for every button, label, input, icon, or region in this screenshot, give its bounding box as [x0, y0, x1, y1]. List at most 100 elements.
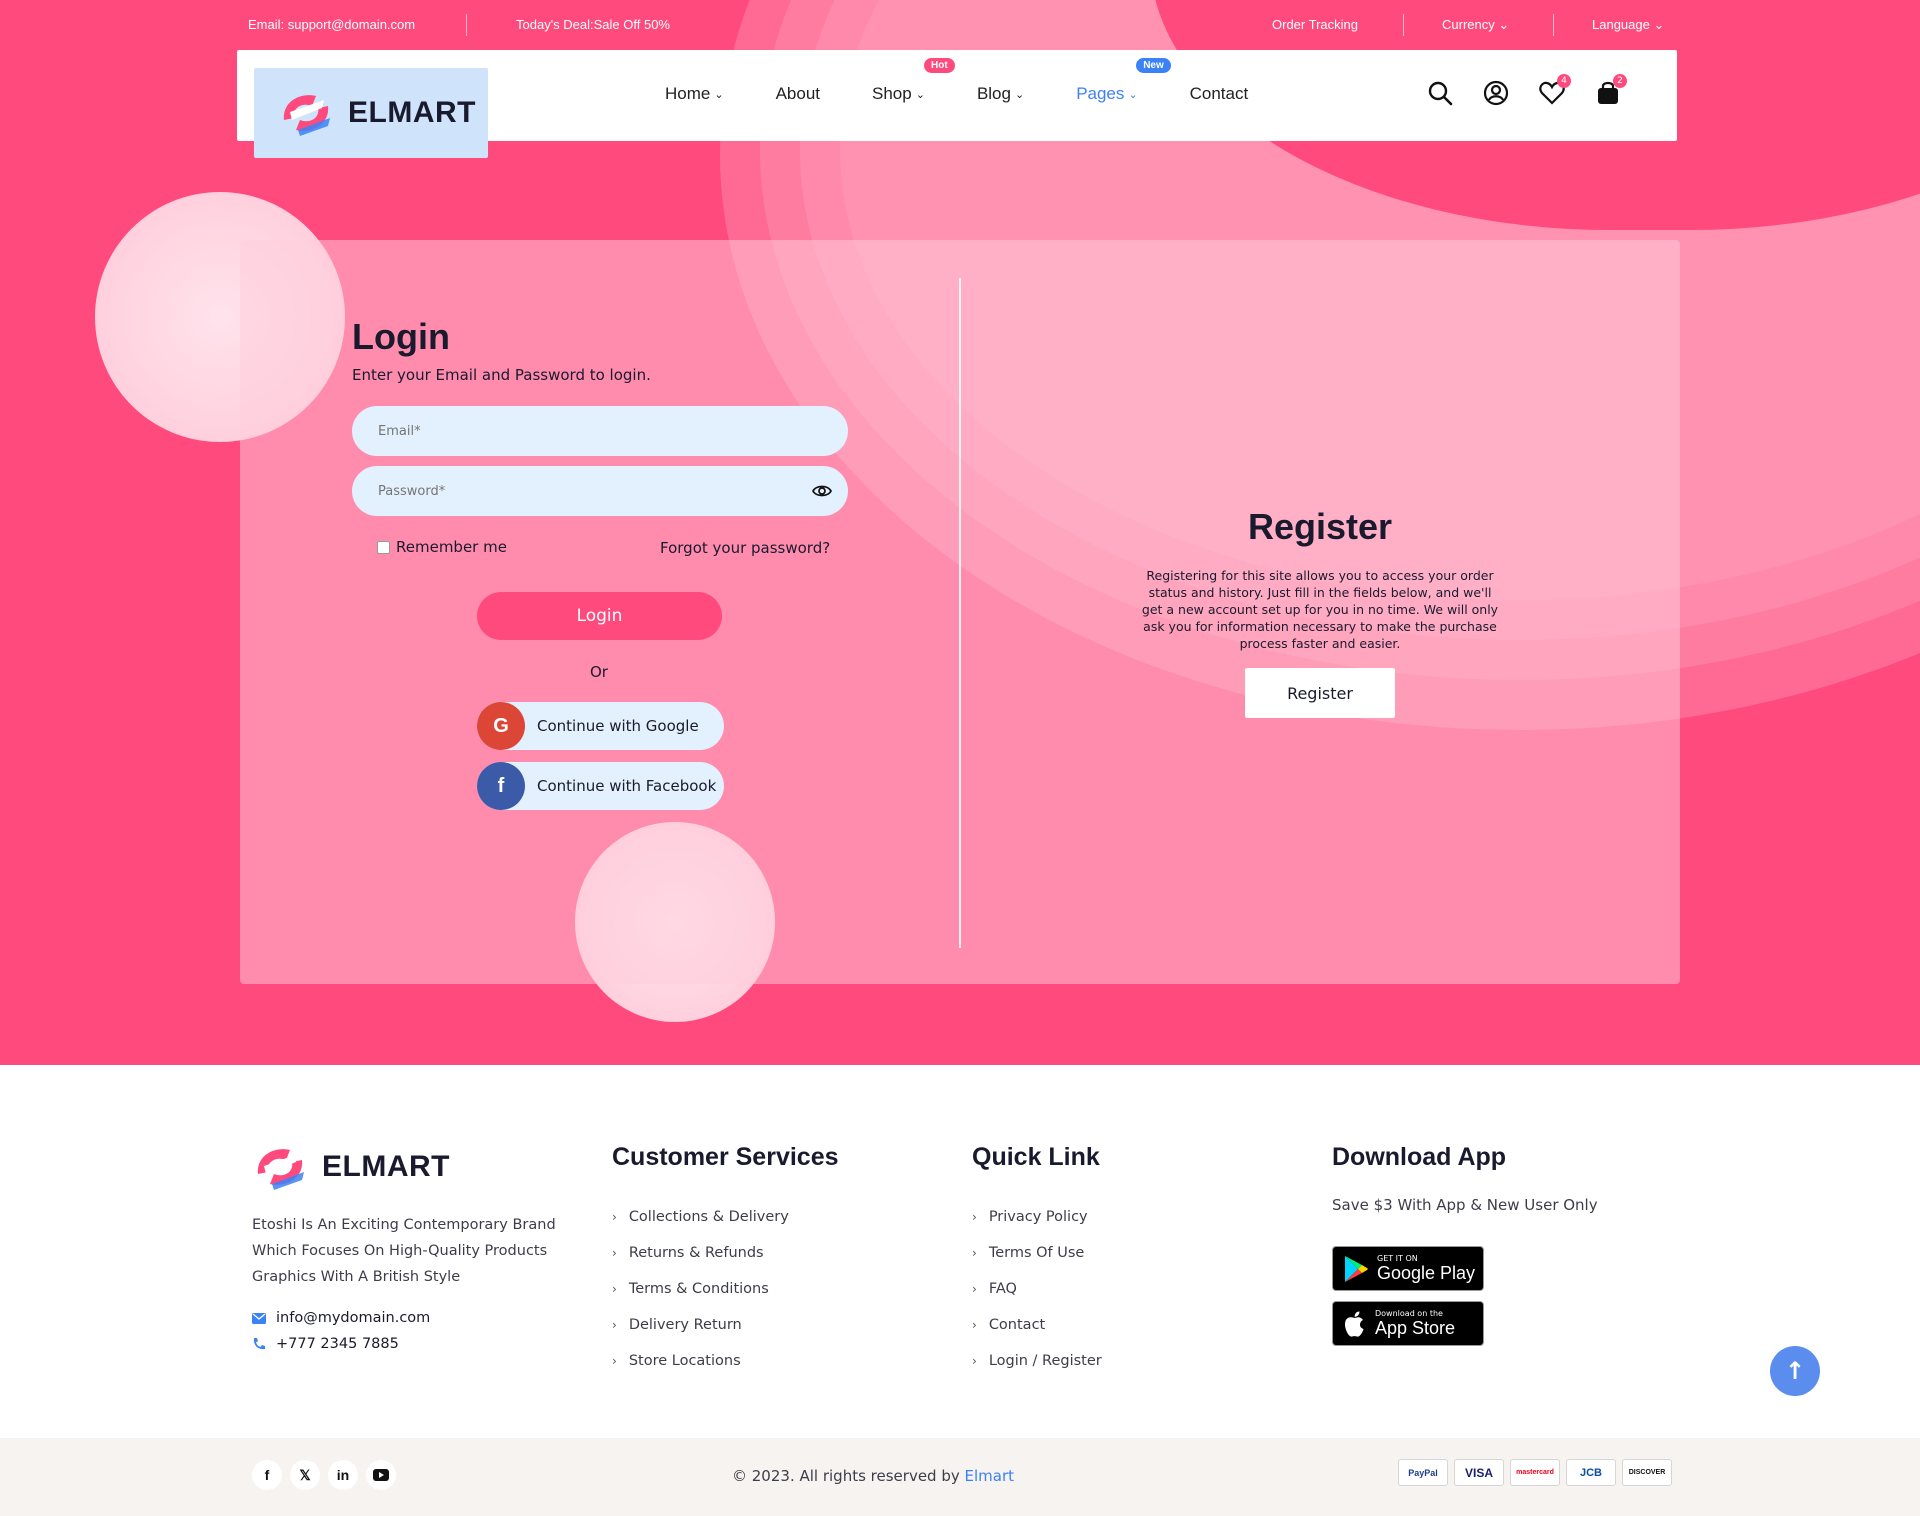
footer-phone[interactable]: +777 2345 7885: [252, 1336, 399, 1352]
remember-me[interactable]: Remember me: [377, 538, 507, 556]
mastercard-icon: mastercard: [1510, 1459, 1560, 1486]
footer-logo[interactable]: ELMART: [252, 1144, 450, 1190]
remember-checkbox[interactable]: [377, 540, 390, 554]
nav-item-blog[interactable]: Blog ⌄: [977, 84, 1024, 104]
app-store-button[interactable]: Download on the App Store: [1332, 1301, 1484, 1346]
footer-link-label: Delivery Return: [628, 1317, 742, 1333]
continue-google-button[interactable]: G Continue with Google: [477, 702, 724, 750]
chevron-right-icon: ›: [972, 1246, 977, 1260]
continue-facebook-button[interactable]: f Continue with Facebook: [477, 762, 724, 810]
google-play-button[interactable]: GET IT ON Google Play: [1332, 1246, 1484, 1291]
hot-badge: Hot: [924, 58, 955, 73]
eye-icon[interactable]: [812, 481, 832, 501]
language-dropdown[interactable]: Language ⌄: [1592, 17, 1664, 33]
footer-link[interactable]: › Contact: [972, 1307, 1102, 1343]
language-label: Language: [1592, 17, 1650, 32]
footer-link[interactable]: › Delivery Return: [612, 1307, 789, 1343]
logo[interactable]: ELMART: [254, 68, 488, 158]
chevron-right-icon: ›: [612, 1318, 617, 1332]
nav-item-home[interactable]: Home ⌄: [665, 84, 724, 104]
footer-email-text: info@mydomain.com: [276, 1310, 431, 1326]
youtube-icon[interactable]: [366, 1460, 396, 1490]
chevron-down-icon: ⌄: [1653, 17, 1665, 32]
footer-phone-text: +777 2345 7885: [276, 1336, 399, 1352]
google-icon: G: [477, 702, 525, 750]
wishlist-count: 4: [1557, 74, 1571, 88]
quick-link-list: › Privacy Policy › Terms Of Use › FAQ › Cont…: [972, 1199, 1102, 1379]
footer-link[interactable]: › Terms & Conditions: [612, 1271, 789, 1307]
chevron-right-icon: ›: [612, 1282, 617, 1296]
remember-label: Remember me: [396, 538, 507, 556]
customer-services-title: Customer Services: [612, 1143, 839, 1171]
order-tracking-link[interactable]: Order Tracking: [1272, 17, 1358, 32]
linkedin-icon[interactable]: in: [328, 1460, 358, 1490]
nav-label: Home: [665, 84, 711, 103]
quick-link-title: Quick Link: [972, 1143, 1100, 1171]
heart-icon[interactable]: 4: [1537, 74, 1571, 108]
nav-menu: Home ⌄ About Shop ⌄ Hot Blog ⌄ Pages ⌄ New C…: [665, 58, 1300, 104]
chevron-down-icon: ⌄: [915, 88, 925, 101]
phone-icon: [253, 1338, 265, 1350]
nav-item-about[interactable]: About: [776, 84, 820, 104]
footer-link-label: Privacy Policy: [988, 1209, 1088, 1225]
register-title: Register: [1247, 506, 1393, 547]
chevron-right-icon: ›: [612, 1210, 617, 1224]
chevron-right-icon: ›: [972, 1354, 977, 1368]
footer-link[interactable]: › Terms Of Use: [972, 1235, 1102, 1271]
google-label: Continue with Google: [537, 717, 699, 735]
payment-methods: PayPal VISA mastercard JCB DISCOVER: [1398, 1459, 1672, 1486]
nav-label: About: [775, 84, 821, 103]
footer-link[interactable]: › Privacy Policy: [972, 1199, 1102, 1235]
currency-label: Currency: [1442, 17, 1495, 32]
currency-dropdown[interactable]: Currency ⌄: [1442, 17, 1509, 33]
discover-icon: DISCOVER: [1622, 1459, 1672, 1486]
nav-item-shop[interactable]: Shop ⌄ Hot: [872, 58, 955, 104]
chevron-down-icon: ⌄: [1014, 88, 1025, 101]
nav-item-contact[interactable]: Contact: [1190, 84, 1249, 104]
divider: [466, 14, 467, 36]
footer-link[interactable]: › Collections & Delivery: [612, 1199, 789, 1235]
nav-actions: 4 2: [1425, 74, 1627, 108]
chevron-right-icon: ›: [972, 1318, 977, 1332]
user-icon[interactable]: [1481, 78, 1511, 108]
topbar-email[interactable]: Email: support@domain.com: [248, 17, 415, 32]
chevron-right-icon: ›: [972, 1210, 977, 1224]
divider: [1403, 14, 1404, 36]
register-description: Registering for this site allows you to …: [1141, 568, 1499, 651]
elmart-logo-icon: [283, 95, 330, 136]
footer-link-label: Returns & Refunds: [628, 1245, 764, 1261]
store-small-text: GET IT ON: [1377, 1254, 1418, 1263]
footer-link[interactable]: › Login / Register: [972, 1343, 1102, 1379]
brand-name: ELMART: [348, 96, 476, 129]
google-play-icon: [1345, 1255, 1368, 1282]
store-big-text: App Store: [1375, 1318, 1456, 1338]
top-bar: Email: support@domain.com Today's Deal:S…: [0, 0, 1920, 50]
nav-label: Pages: [1076, 84, 1125, 103]
footer-about: Etoshi Is An Exciting Contemporary Brand…: [252, 1217, 556, 1285]
footer-email[interactable]: info@mydomain.com: [252, 1310, 430, 1326]
facebook-icon: f: [477, 762, 525, 810]
copyright-brand-link[interactable]: Elmart: [965, 1467, 1015, 1485]
login-button[interactable]: Login: [477, 592, 722, 640]
footer-link-label: Contact: [988, 1317, 1046, 1333]
search-icon[interactable]: [1425, 78, 1455, 108]
password-field[interactable]: [352, 466, 848, 516]
arrow-up-icon: ↑: [1784, 1357, 1806, 1385]
footer-link[interactable]: › Store Locations: [612, 1343, 789, 1379]
apple-icon: [1344, 1311, 1364, 1337]
scroll-to-top-button[interactable]: ↑: [1770, 1346, 1820, 1396]
forgot-password-link[interactable]: Forgot your password?: [660, 539, 830, 557]
footer-link-label: FAQ: [988, 1281, 1017, 1297]
main-navbar: ELMART Home ⌄ About Shop ⌄ Hot Blog ⌄ Pages…: [237, 50, 1677, 158]
x-twitter-icon[interactable]: 𝕏: [290, 1460, 320, 1490]
footer-link[interactable]: › FAQ: [972, 1271, 1102, 1307]
chevron-right-icon: ›: [612, 1246, 617, 1260]
chevron-right-icon: ›: [612, 1354, 617, 1368]
bag-icon[interactable]: 2: [1593, 74, 1627, 108]
copyright-text: © 2023. All rights reserved by: [732, 1467, 965, 1485]
email-field[interactable]: [352, 406, 848, 456]
nav-item-pages[interactable]: Pages ⌄ New: [1076, 58, 1171, 104]
facebook-icon[interactable]: f: [252, 1460, 282, 1490]
footer-link[interactable]: › Returns & Refunds: [612, 1235, 789, 1271]
register-button[interactable]: Register: [1245, 668, 1395, 718]
